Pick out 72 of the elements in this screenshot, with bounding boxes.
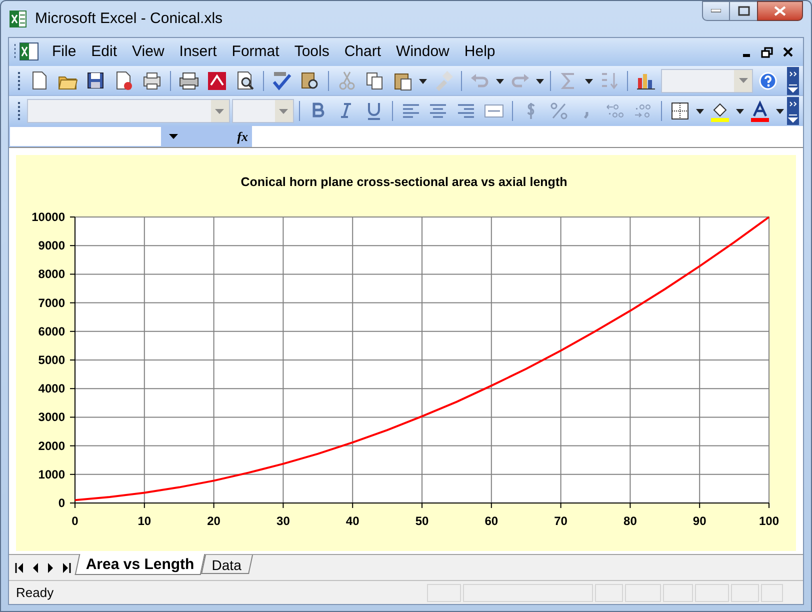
borders-icon[interactable] xyxy=(669,100,692,122)
x-tick-label: 60 xyxy=(484,514,498,528)
menu-item[interactable]: View xyxy=(125,40,172,64)
caret-icon xyxy=(738,78,748,83)
menu-item[interactable]: Window xyxy=(389,40,456,64)
y-tick-label: 8000 xyxy=(38,267,65,282)
menu-item[interactable]: Insert xyxy=(172,40,224,64)
x-tick-label: 90 xyxy=(692,514,706,528)
printer-icon[interactable] xyxy=(178,70,200,92)
menu-item[interactable]: Format xyxy=(224,40,286,64)
maximize-icon xyxy=(738,6,750,16)
status-panel xyxy=(595,584,623,602)
y-tick-label: 1000 xyxy=(38,467,65,482)
y-tick-label: 6000 xyxy=(38,324,65,338)
status-text: Ready xyxy=(15,584,54,602)
close-icon xyxy=(774,6,786,16)
menu-item[interactable]: Chart xyxy=(337,40,388,64)
maximize-button[interactable] xyxy=(730,1,757,21)
window-title: Microsoft Excel - Conical.xls xyxy=(35,8,223,29)
x-tick-label: 30 xyxy=(276,514,290,528)
sheet-tab[interactable]: Data xyxy=(201,555,253,574)
close-icon[interactable] xyxy=(783,47,793,57)
caret-icon xyxy=(279,108,288,114)
last-sheet-icon[interactable] xyxy=(63,562,71,572)
restore-icon[interactable] xyxy=(761,46,773,58)
x-tick-label: 50 xyxy=(415,514,429,528)
x-tick-label: 40 xyxy=(346,514,360,528)
x-tick-label: 100 xyxy=(758,514,780,528)
y-tick-label: 2000 xyxy=(38,438,65,453)
y-tick-label: 3000 xyxy=(38,410,65,424)
font-color-icon[interactable] xyxy=(749,100,772,122)
menu-item[interactable]: Edit xyxy=(84,40,124,64)
x-tick-label: 10 xyxy=(138,514,152,528)
menu-item[interactable]: Tools xyxy=(287,40,336,64)
toolbar-options-icon[interactable] xyxy=(787,97,800,125)
y-tick-label: 9000 xyxy=(38,238,65,253)
menu-item[interactable]: Help xyxy=(457,40,502,64)
first-sheet-icon[interactable] xyxy=(15,562,23,572)
close-button[interactable] xyxy=(757,1,803,21)
caret-icon xyxy=(215,108,224,114)
status-panel xyxy=(663,584,693,602)
excel-icon xyxy=(9,10,27,28)
printer-mail-icon[interactable] xyxy=(141,70,163,92)
status-panel xyxy=(625,584,661,602)
status-panel xyxy=(761,584,783,602)
insert-function-button[interactable]: fx xyxy=(237,126,248,146)
minimize-button[interactable] xyxy=(702,1,730,21)
toolbar-options-icon[interactable] xyxy=(787,66,799,94)
y-tick-label: 4000 xyxy=(38,382,65,396)
sheet-tab[interactable]: Area vs Length xyxy=(74,554,206,575)
x-tick-label: 80 xyxy=(624,514,637,528)
next-sheet-icon[interactable] xyxy=(47,562,55,572)
status-panel xyxy=(427,584,461,602)
y-tick-label: 7000 xyxy=(38,296,65,310)
menu-item[interactable]: File xyxy=(45,40,84,64)
y-tick-label: 0 xyxy=(58,496,65,510)
caret-icon xyxy=(168,134,178,139)
spelling-icon[interactable] xyxy=(271,70,293,92)
status-panel xyxy=(731,584,759,602)
x-tick-label: 70 xyxy=(554,514,568,528)
minimize-icon xyxy=(711,9,721,13)
previous-sheet-icon[interactable] xyxy=(31,562,39,572)
x-tick-label: 20 xyxy=(207,514,220,528)
chart-title: Conical horn plane cross-sectional area vs axial length xyxy=(240,175,568,189)
x-tick-label: 0 xyxy=(72,514,78,528)
help-icon[interactable] xyxy=(757,70,779,92)
y-tick-label: 10000 xyxy=(32,210,65,224)
grip-icon xyxy=(17,70,21,90)
status-panel xyxy=(695,584,729,602)
y-tick-label: 5000 xyxy=(38,353,65,367)
name-box-dropdown[interactable] xyxy=(162,126,184,147)
grip-icon xyxy=(17,101,21,121)
